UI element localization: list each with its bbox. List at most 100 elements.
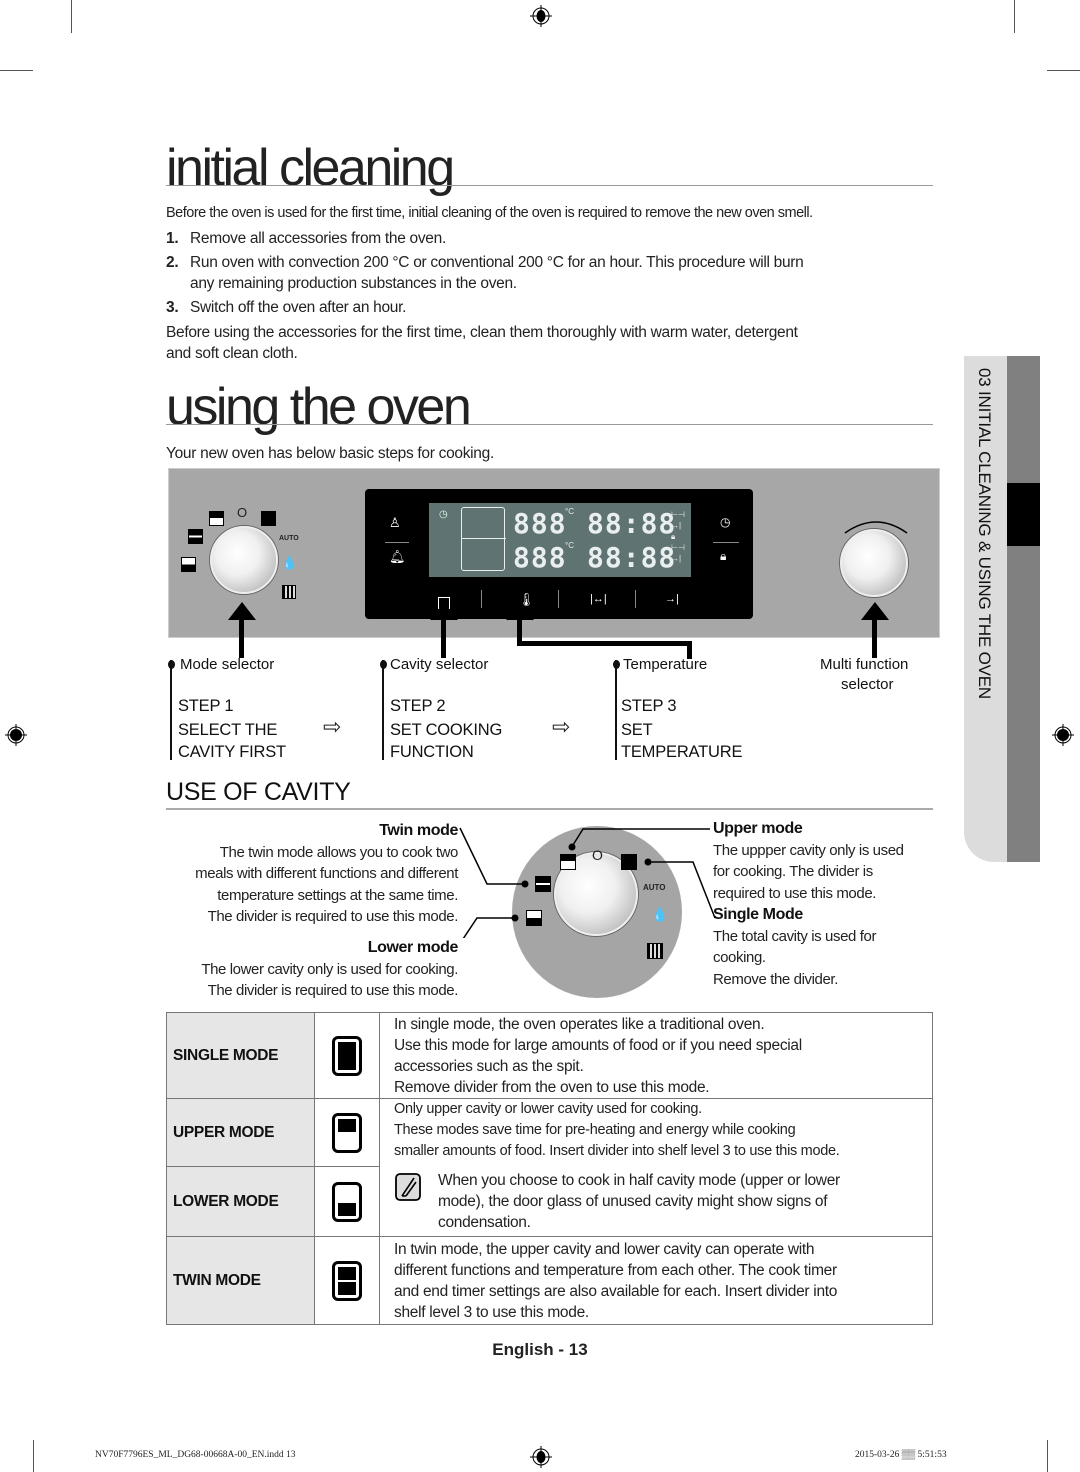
upper-cavity-icon: [332, 1112, 362, 1153]
time-lower: 88:88: [587, 541, 677, 574]
note-text: When you choose to cook in half cavity m…: [424, 1170, 840, 1233]
outro-text: Before using the accessories for the fir…: [166, 324, 798, 341]
twin-cavity-icon: [332, 1260, 362, 1301]
outro-text: and soft clean cloth.: [166, 345, 298, 362]
step-text: Remove all accessories from the oven.: [190, 230, 446, 247]
end-time-icon: →|: [665, 593, 679, 605]
divider: [635, 590, 636, 608]
cavity-divider: [461, 538, 506, 539]
desc-line: The uppper cavity only is used: [713, 841, 904, 859]
single-cavity-icon: [332, 1035, 362, 1076]
step-line-2: TEMPERATURE: [621, 743, 743, 761]
table-row: TWIN MODE In twin mode, the upper cavity…: [166, 1236, 933, 1325]
crop-mark: [71, 0, 72, 33]
modes-table: SINGLE MODE In single mode, the oven ope…: [166, 1012, 933, 1325]
step-label: STEP 2: [390, 697, 446, 715]
pointer-arrow: [441, 618, 446, 658]
mode-icon-cell: [314, 1012, 380, 1099]
callout-cavity-selector: Cavity selector: [390, 656, 489, 673]
lower-mode-title: Lower mode: [367, 939, 459, 956]
steam-clean-icon: 💧: [281, 555, 298, 570]
mode-name: SINGLE MODE: [166, 1012, 315, 1099]
crop-mark: [33, 1440, 34, 1472]
registration-mark-icon: [530, 5, 552, 27]
desc-line: The twin mode allows you to cook two: [219, 843, 459, 861]
mode-name: TWIN MODE: [166, 1236, 315, 1325]
desc-line: cooking.: [713, 949, 766, 966]
step-1: STEP 1 SELECT THE CAVITY FIRST: [178, 695, 286, 763]
step-line: [615, 660, 617, 760]
clock-button-icon: ◷: [720, 515, 731, 529]
grid-icon: [282, 585, 296, 599]
step-2: STEP 2 SET COOKING FUNCTION: [390, 695, 502, 763]
lcd-screen: ◷ 888 °C 888 °C 88:88 88:88 ⊢⊣ →| 🔒︎ ⊢⊣ →|: [429, 503, 691, 577]
section-title-using-the-oven: using the oven: [166, 378, 472, 436]
next-arrow-icon: ⇨: [323, 714, 342, 739]
note-line: mode), the door glass of unused cavity m…: [438, 1193, 828, 1210]
light-icon: ♙: [389, 515, 401, 530]
mode-selector-knob: [210, 526, 278, 594]
lower-mode-description: Lower mode The lower cavity only is used…: [160, 937, 458, 1002]
pointer-arrow-head: [430, 602, 458, 620]
step-line-1: SET: [621, 721, 653, 739]
next-arrow-icon: ⇨: [552, 714, 571, 739]
print-timestamp: 2015-03-26 ▒▒ 5:51:53: [855, 1450, 947, 1460]
desc-line: meals with different functions and diffe…: [195, 865, 458, 882]
auto-label: AUTO: [279, 535, 299, 542]
pointer-arrow-head: [228, 602, 256, 620]
mode-name: LOWER MODE: [166, 1166, 315, 1237]
step-text: Run oven with convection 200 °C or conve…: [190, 254, 804, 271]
registration-mark-icon: [1052, 724, 1074, 746]
step-number: 3.: [166, 299, 179, 316]
divider: [481, 590, 482, 608]
step-item: 2. Run oven with convection 200 °C or con…: [166, 252, 804, 273]
lower-cavity-icon: [332, 1181, 362, 1222]
desc-line: required to use this mode.: [713, 884, 877, 902]
lock-icon: 🔒︎: [720, 549, 727, 563]
upper-cavity-icon: [209, 511, 224, 526]
registration-mark-icon: [530, 1446, 552, 1468]
temp-lower: 888: [513, 541, 567, 574]
desc-line: smaller amounts of food. Insert divider …: [394, 1143, 840, 1159]
note-line: When you choose to cook in half cavity m…: [438, 1172, 840, 1189]
registration-mark-icon: [5, 724, 27, 746]
chapter-marker: [1007, 483, 1040, 546]
table-row: UPPER MODE Only upper cavity or lower ca…: [166, 1098, 933, 1237]
step-text: Switch off the oven after an hour.: [190, 299, 407, 316]
grid-icon: [647, 943, 663, 959]
step-label: STEP 1: [178, 697, 234, 715]
desc-line: shelf level 3 to use this mode.: [394, 1303, 589, 1321]
mode-description: In single mode, the oven operates like a…: [379, 1012, 933, 1099]
callout-multi-function-2: selector: [841, 676, 894, 693]
single-mode-title: Single Mode: [713, 906, 803, 923]
crop-mark: [1047, 70, 1080, 71]
step-line-2: CAVITY FIRST: [178, 743, 286, 761]
twin-mode-title: Twin mode: [379, 822, 458, 839]
desc-line: accessories such as the spit.: [394, 1057, 584, 1075]
cook-time-icon: |↔|: [590, 593, 607, 605]
time-upper: 88:88: [587, 507, 677, 540]
step-item: 1. Remove all accessories from the oven.: [166, 228, 446, 249]
desc-line: temperature settings at the same time.: [217, 886, 458, 904]
pointer-arrow-head: [506, 602, 534, 620]
divider: [558, 590, 559, 608]
pointer-arrow: [872, 618, 877, 658]
step-3: STEP 3 SET TEMPERATURE: [621, 695, 742, 763]
step-label: STEP 3: [621, 697, 677, 715]
mode-icon-cell: [314, 1098, 380, 1167]
divider: [385, 542, 409, 543]
cavity-function-frame: [461, 507, 505, 571]
desc-line: Use this mode for large amounts of food …: [394, 1036, 802, 1054]
use-of-cavity-heading: USE OF CAVITY: [166, 778, 351, 806]
desc-line: different functions and temperature from…: [394, 1261, 837, 1279]
desc-line: for cooking. The divider is: [713, 863, 873, 880]
upper-mode-title: Upper mode: [713, 820, 803, 837]
pointer-arrow-head: [861, 602, 889, 620]
twin-cavity-icon: [188, 529, 203, 544]
step-line: [170, 660, 172, 760]
crop-mark: [1014, 0, 1015, 33]
chapter-side-strip: [1007, 356, 1040, 862]
desc-line: and end timer settings are also availabl…: [394, 1282, 838, 1300]
pointer-arrow: [239, 618, 244, 658]
desc-line: The divider is required to use this mode…: [207, 982, 459, 999]
